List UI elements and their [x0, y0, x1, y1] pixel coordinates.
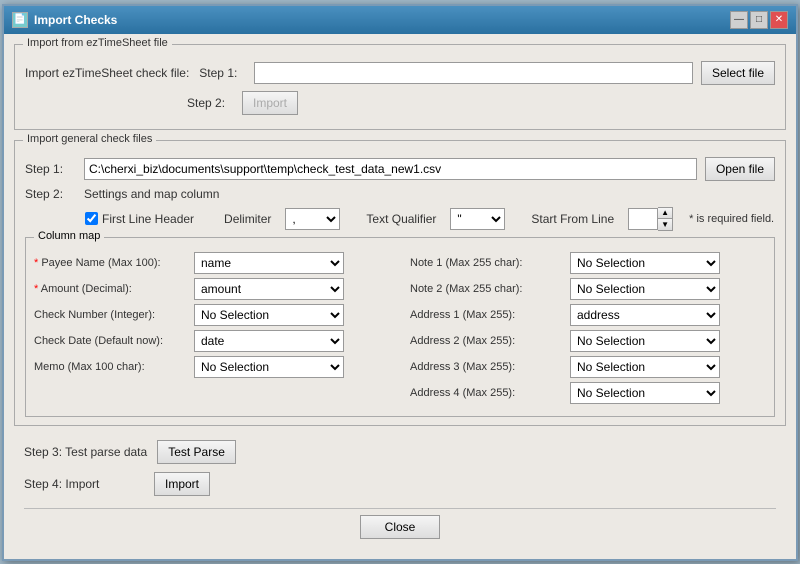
- address2-select[interactable]: No Selection name amount date address: [570, 330, 720, 352]
- note1-row: Note 1 (Max 255 char): No Selection name…: [410, 252, 766, 274]
- eztimesheet-step1-row: Import ezTimeSheet check file: Step 1: S…: [25, 61, 775, 85]
- memo-select[interactable]: No Selection name amount date address: [194, 356, 344, 378]
- payee-name-row: * Payee Name (Max 100): name No Selectio…: [34, 252, 390, 274]
- step3-label: Step 3: Test parse data: [24, 445, 147, 459]
- spin-up-button[interactable]: ▲: [658, 208, 672, 219]
- text-qualifier-select[interactable]: " ' None: [450, 208, 505, 230]
- close-row: Close: [24, 508, 776, 545]
- address2-row: Address 2 (Max 255): No Selection name a…: [410, 330, 766, 352]
- required-note: * is required field.: [689, 213, 774, 225]
- general-step2-label: Step 2:: [25, 187, 80, 201]
- general-step1-row: Step 1: Open file: [25, 157, 775, 181]
- eztimesheet-import-label: Import ezTimeSheet check file:: [25, 66, 189, 80]
- address2-label: Address 2 (Max 255):: [410, 335, 570, 347]
- bottom-buttons: Step 3: Test parse data Test Parse Step …: [14, 436, 786, 549]
- amount-select[interactable]: amount No Selection name date address: [194, 278, 344, 300]
- step4-label: Step 4: Import: [24, 477, 144, 491]
- eztimesheet-step1-label: Step 1:: [199, 66, 254, 80]
- address1-row: Address 1 (Max 255): address No Selectio…: [410, 304, 766, 326]
- memo-row: Memo (Max 100 char): No Selection name a…: [34, 356, 390, 378]
- amount-row: * Amount (Decimal): amount No Selection …: [34, 278, 390, 300]
- eztimesheet-file-input[interactable]: [254, 62, 693, 84]
- address4-row: Address 4 (Max 255): No Selection name a…: [410, 382, 766, 404]
- eztimesheet-group: Import from ezTimeSheet file Import ezTi…: [14, 44, 786, 130]
- check-number-select[interactable]: No Selection name amount date address: [194, 304, 344, 326]
- note2-row: Note 2 (Max 255 char): No Selection name…: [410, 278, 766, 300]
- minimize-button[interactable]: —: [730, 11, 748, 29]
- delimiter-label: Delimiter: [224, 212, 271, 226]
- check-number-label: Check Number (Integer):: [34, 309, 194, 321]
- eztimesheet-step2-row: Step 2: Import: [25, 91, 775, 115]
- note1-label: Note 1 (Max 255 char):: [410, 257, 570, 269]
- open-file-button[interactable]: Open file: [705, 157, 775, 181]
- general-group-title: Import general check files: [23, 133, 156, 145]
- payee-name-select[interactable]: name No Selection amount date address: [194, 252, 344, 274]
- settings-row: First Line Header Delimiter , ; Tab | Te…: [85, 207, 775, 231]
- check-date-row: Check Date (Default now): date No Select…: [34, 330, 390, 352]
- eztimesheet-import-button[interactable]: Import: [242, 91, 298, 115]
- test-parse-button[interactable]: Test Parse: [157, 440, 236, 464]
- title-buttons: — □ ✕: [730, 11, 788, 29]
- address1-select[interactable]: address No Selection name amount date: [570, 304, 720, 326]
- window-title: Import Checks: [34, 13, 117, 27]
- delimiter-select[interactable]: , ; Tab |: [285, 208, 340, 230]
- check-date-label: Check Date (Default now):: [34, 335, 194, 347]
- spin-down-button[interactable]: ▼: [658, 219, 672, 230]
- close-button[interactable]: Close: [360, 515, 440, 539]
- general-step2-text: Settings and map column: [84, 187, 219, 201]
- address1-label: Address 1 (Max 255):: [410, 309, 570, 321]
- col-right: Note 1 (Max 255 char): No Selection name…: [410, 252, 766, 408]
- step3-row: Step 3: Test parse data Test Parse: [24, 440, 776, 464]
- text-qualifier-label: Text Qualifier: [366, 212, 436, 226]
- column-map-inner: * Payee Name (Max 100): name No Selectio…: [34, 252, 766, 408]
- eztimesheet-group-title: Import from ezTimeSheet file: [23, 37, 172, 49]
- title-bar: 📄 Import Checks — □ ✕: [4, 6, 796, 34]
- address4-select[interactable]: No Selection name amount date address: [570, 382, 720, 404]
- first-line-header-checkbox[interactable]: [85, 212, 98, 225]
- spin-buttons: ▲ ▼: [658, 207, 673, 231]
- col-left: * Payee Name (Max 100): name No Selectio…: [34, 252, 390, 408]
- column-map-title: Column map: [34, 230, 104, 242]
- start-from-line-label: Start From Line: [531, 212, 614, 226]
- check-number-row: Check Number (Integer): No Selection nam…: [34, 304, 390, 326]
- main-window: 📄 Import Checks — □ ✕ Import from ezTime…: [2, 4, 798, 561]
- maximize-button[interactable]: □: [750, 11, 768, 29]
- general-step2-row: Step 2: Settings and map column: [25, 187, 775, 201]
- close-window-button[interactable]: ✕: [770, 11, 788, 29]
- step4-row: Step 4: Import Import: [24, 472, 776, 496]
- address3-label: Address 3 (Max 255):: [410, 361, 570, 373]
- note2-label: Note 2 (Max 255 char):: [410, 283, 570, 295]
- address3-select[interactable]: No Selection name amount date address: [570, 356, 720, 378]
- general-group: Import general check files Step 1: Open …: [14, 140, 786, 426]
- column-map-box: Column map * Payee Name (Max 100): name …: [25, 237, 775, 417]
- payee-name-label: * Payee Name (Max 100):: [34, 257, 194, 269]
- eztimesheet-step2-label: Step 2:: [187, 96, 242, 110]
- general-step1-label: Step 1:: [25, 162, 80, 176]
- address4-label: Address 4 (Max 255):: [410, 387, 570, 399]
- check-date-select[interactable]: date No Selection name amount address: [194, 330, 344, 352]
- start-from-line-spinbox: 2 ▲ ▼: [628, 207, 673, 231]
- note2-select[interactable]: No Selection name amount date address: [570, 278, 720, 300]
- import-button[interactable]: Import: [154, 472, 210, 496]
- memo-label: Memo (Max 100 char):: [34, 361, 194, 373]
- general-file-input[interactable]: [84, 158, 697, 180]
- select-file-button[interactable]: Select file: [701, 61, 775, 85]
- start-from-line-input[interactable]: 2: [628, 208, 658, 230]
- window-icon: 📄: [12, 12, 28, 28]
- note1-select[interactable]: No Selection name amount date address: [570, 252, 720, 274]
- title-bar-left: 📄 Import Checks: [12, 12, 117, 28]
- window-body: Import from ezTimeSheet file Import ezTi…: [4, 34, 796, 559]
- first-line-header-label[interactable]: First Line Header: [85, 212, 194, 226]
- amount-label: * Amount (Decimal):: [34, 283, 194, 295]
- address3-row: Address 3 (Max 255): No Selection name a…: [410, 356, 766, 378]
